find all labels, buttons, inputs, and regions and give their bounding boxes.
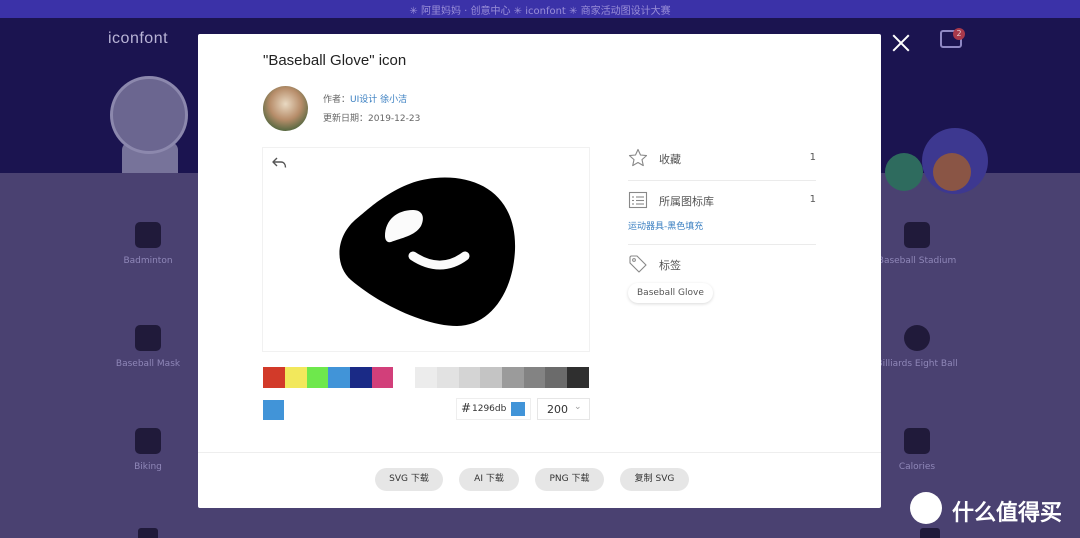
- chevron-down-icon: ⌄: [574, 402, 582, 412]
- size-value: 200: [547, 403, 568, 416]
- library-link[interactable]: 运动器具-黑色填充: [628, 219, 703, 232]
- promo-banner-text: ✳ 阿里妈妈 · 创意中心 ✳ iconfont ✳ 商家活动图设计大赛: [409, 6, 671, 17]
- update-date: 更新日期：2019-12-23: [323, 111, 420, 124]
- target-icon[interactable]: [933, 153, 971, 191]
- gray-swatch[interactable]: [437, 367, 459, 388]
- tags-label: 标签: [659, 259, 681, 272]
- color-swatch-green[interactable]: [307, 367, 328, 388]
- icon-card-label: Baseball Mask: [115, 359, 181, 369]
- current-color-swatch[interactable]: [263, 400, 284, 420]
- tags-row: 标签: [628, 254, 816, 278]
- gray-swatch[interactable]: [415, 367, 437, 388]
- gray-swatch[interactable]: [480, 367, 502, 388]
- library-count: 1: [809, 194, 816, 205]
- close-icon[interactable]: [891, 33, 911, 53]
- icon-card-baseball-mask[interactable]: Baseball Mask: [93, 325, 203, 369]
- site-logo[interactable]: iconfont: [108, 30, 168, 48]
- gray-swatch[interactable]: [545, 367, 567, 388]
- undo-icon[interactable]: [271, 156, 287, 170]
- color-swatch-blue[interactable]: [328, 367, 350, 388]
- hex-color-preview: [511, 402, 525, 416]
- icon-card-label: Badminton: [123, 256, 173, 266]
- hex-value: 1296db: [472, 404, 507, 414]
- mask-icon: [135, 325, 161, 351]
- hex-color-input[interactable]: # 1296db: [456, 398, 531, 420]
- favorite-label: 收藏: [659, 153, 681, 166]
- color-swatch-yellow[interactable]: [285, 367, 307, 388]
- date-prefix: 更新日期：: [323, 114, 369, 124]
- favorite-row[interactable]: 收藏 1: [628, 148, 816, 172]
- author-line: 作者：UI设计 徐小洁: [323, 92, 407, 105]
- mascot-avatar: [110, 76, 188, 154]
- icon-card-label: Biking: [134, 462, 162, 472]
- tag-chip[interactable]: Baseball Glove: [628, 283, 713, 303]
- icon-card-badminton[interactable]: Badminton: [93, 222, 203, 266]
- library-row[interactable]: 所属图标库 1: [628, 190, 816, 214]
- tag-icon: [629, 255, 647, 273]
- color-swatch-red[interactable]: [263, 367, 285, 388]
- icon-preview: [263, 148, 589, 351]
- size-dropdown[interactable]: 200 ⌄: [537, 398, 590, 420]
- star-icon: [628, 148, 648, 167]
- library-icon: [628, 191, 648, 209]
- grid-icon[interactable]: [920, 528, 940, 538]
- svg-download-button[interactable]: SVG 下载: [375, 468, 443, 491]
- cake-icon: [904, 428, 930, 454]
- promo-banner[interactable]: ✳ 阿里妈妈 · 创意中心 ✳ iconfont ✳ 商家活动图设计大赛: [0, 0, 1080, 18]
- modal-title: "Baseball Glove" icon: [263, 52, 407, 69]
- author-avatar[interactable]: [263, 86, 308, 131]
- library-label: 所属图标库: [659, 195, 714, 208]
- divider: [628, 244, 816, 245]
- watermark-text: 什么值得买: [952, 501, 1063, 526]
- shuttlecock-icon: [135, 222, 161, 248]
- favorite-count: 1: [809, 152, 816, 163]
- color-swatch-navy[interactable]: [350, 367, 372, 388]
- divider: [628, 180, 816, 181]
- watermark-logo-icon: [910, 492, 942, 524]
- footer-divider: [198, 452, 881, 453]
- eight-ball-icon: [904, 325, 930, 351]
- baseball-glove-icon: [339, 177, 516, 326]
- stadium-icon: [904, 222, 930, 248]
- color-swatch-pink[interactable]: [372, 367, 393, 388]
- grid-icon[interactable]: [138, 528, 158, 538]
- date-value: 2019-12-23: [368, 114, 421, 124]
- gray-swatch[interactable]: [459, 367, 480, 388]
- gray-swatch[interactable]: [502, 367, 524, 388]
- cart-count-badge: 2: [953, 28, 965, 40]
- author-prefix: 作者：: [323, 95, 351, 105]
- author-link[interactable]: UI设计 徐小洁: [350, 95, 407, 105]
- bicycle-icon: [135, 428, 161, 454]
- png-download-button[interactable]: PNG 下载: [535, 468, 604, 491]
- gray-swatch[interactable]: [567, 367, 589, 388]
- icon-detail-modal: "Baseball Glove" icon 作者：UI设计 徐小洁 更新日期：2…: [198, 34, 881, 508]
- icon-card-biking[interactable]: Biking: [93, 428, 203, 472]
- copy-svg-button[interactable]: 复制 SVG: [620, 468, 689, 491]
- gray-swatch[interactable]: [524, 367, 545, 388]
- hash-symbol: #: [461, 401, 472, 415]
- ai-download-button[interactable]: AI 下载: [459, 468, 519, 491]
- share-icon[interactable]: [885, 153, 923, 191]
